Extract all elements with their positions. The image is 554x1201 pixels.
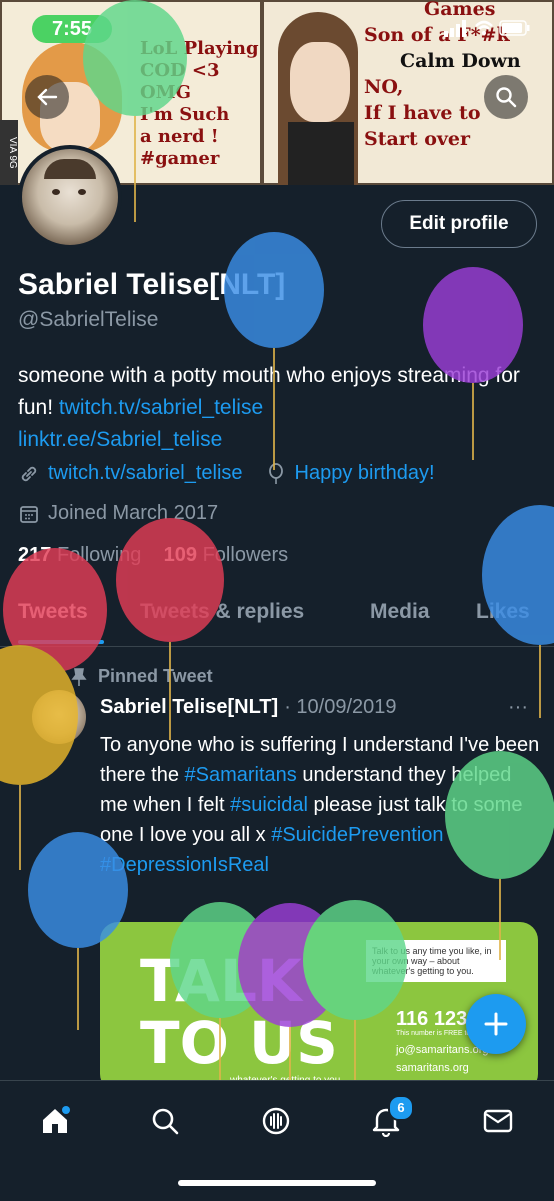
hashtag-samaritans[interactable]: #Samaritans — [185, 764, 297, 786]
bio-link-twitch[interactable]: twitch.tv/sabriel_telise — [59, 396, 263, 419]
card-phone: 116 123 — [396, 1008, 468, 1030]
profile-name: Sabriel Telise[NLT] — [18, 268, 286, 301]
microphone-spaces-icon — [262, 1107, 290, 1135]
banner-left-text: LoL Playing COD <3 OMG I'm Such a nerd !… — [140, 38, 259, 169]
hashtag-suicide-prevention[interactable]: #SuicidePrevention — [271, 824, 443, 846]
tweet-more-icon[interactable]: ··· — [508, 696, 528, 719]
edit-profile-button[interactable]: Edit profile — [381, 200, 537, 248]
tab-tweets-replies[interactable]: Tweets & replies — [140, 600, 304, 624]
compose-tweet-button[interactable] — [466, 994, 526, 1054]
notifications-badge: 6 — [388, 1095, 414, 1121]
tweet-author[interactable]: Sabriel Telise[NLT] — [100, 696, 278, 719]
tab-media[interactable]: Media — [370, 600, 430, 624]
calendar-icon — [20, 505, 38, 523]
website-link[interactable]: twitch.tv/sabriel_telise — [48, 462, 243, 485]
status-icons — [442, 18, 532, 43]
back-button[interactable] — [25, 75, 69, 119]
search-icon — [496, 87, 517, 108]
tweet-author-avatar[interactable] — [32, 690, 86, 744]
tab-likes[interactable]: Likes — [476, 600, 530, 624]
tweet-header: Sabriel Telise[NLT] · 10/09/2019 — [100, 696, 397, 719]
status-time: 7:55 — [32, 15, 112, 43]
profile-meta-row: twitch.tv/sabriel_telise Happy birthday! — [18, 462, 435, 485]
search-icon — [152, 1108, 179, 1135]
home-icon — [43, 1106, 70, 1133]
tab-tweets[interactable]: Tweets — [18, 600, 88, 624]
link-icon — [21, 466, 37, 481]
nav-home[interactable] — [35, 1101, 75, 1141]
search-button[interactable] — [484, 75, 528, 119]
nav-notifications[interactable]: 6 — [366, 1095, 414, 1141]
profile-avatar[interactable] — [18, 145, 122, 249]
balloon-yellow-left — [0, 645, 78, 870]
home-indicator — [178, 1180, 376, 1186]
followers-link[interactable]: 109 Followers — [164, 544, 289, 566]
plus-icon — [484, 1012, 508, 1036]
nav-spaces[interactable] — [256, 1101, 296, 1141]
profile-handle: @SabrielTelise — [18, 308, 159, 331]
card-title: TALK TO US — [140, 947, 338, 1077]
joined-row: Joined March 2017 — [18, 502, 218, 525]
signal-wifi-battery-icon — [444, 20, 530, 37]
pin-icon — [71, 667, 87, 686]
joined-date: Joined March 2017 — [48, 502, 219, 524]
hashtag-suicidal[interactable]: #suicidal — [230, 794, 308, 816]
pinned-label: Pinned Tweet — [70, 666, 213, 687]
nav-messages[interactable] — [478, 1101, 518, 1141]
back-arrow-icon — [37, 88, 58, 106]
balloon-icon — [268, 462, 283, 484]
bio-link-linktree[interactable]: linktr.ee/Sabriel_telise — [18, 428, 222, 451]
envelope-icon — [483, 1109, 513, 1133]
birthday-link[interactable]: Happy birthday! — [295, 462, 435, 485]
card-web: samaritans.org — [396, 1062, 469, 1074]
profile-tabs: Tweets Tweets & replies Media Likes — [0, 590, 554, 647]
active-tab-indicator — [18, 640, 104, 644]
follow-counts: 217 Following 109 Followers — [18, 544, 288, 567]
profile-bio: someone with a potty mouth who enjoys st… — [18, 360, 538, 456]
card-note: Talk to us any time you like, in your ow… — [366, 940, 506, 982]
tweet-body: To anyone who is suffering I understand … — [100, 734, 540, 876]
tweet-date: · 10/09/2019 — [284, 696, 397, 718]
hashtag-depression-is-real[interactable]: #DepressionIsReal — [100, 854, 269, 876]
banner-watermark: VIA 9G — [0, 120, 18, 185]
following-link[interactable]: 217 Following — [18, 544, 141, 566]
nav-search[interactable] — [145, 1101, 185, 1141]
